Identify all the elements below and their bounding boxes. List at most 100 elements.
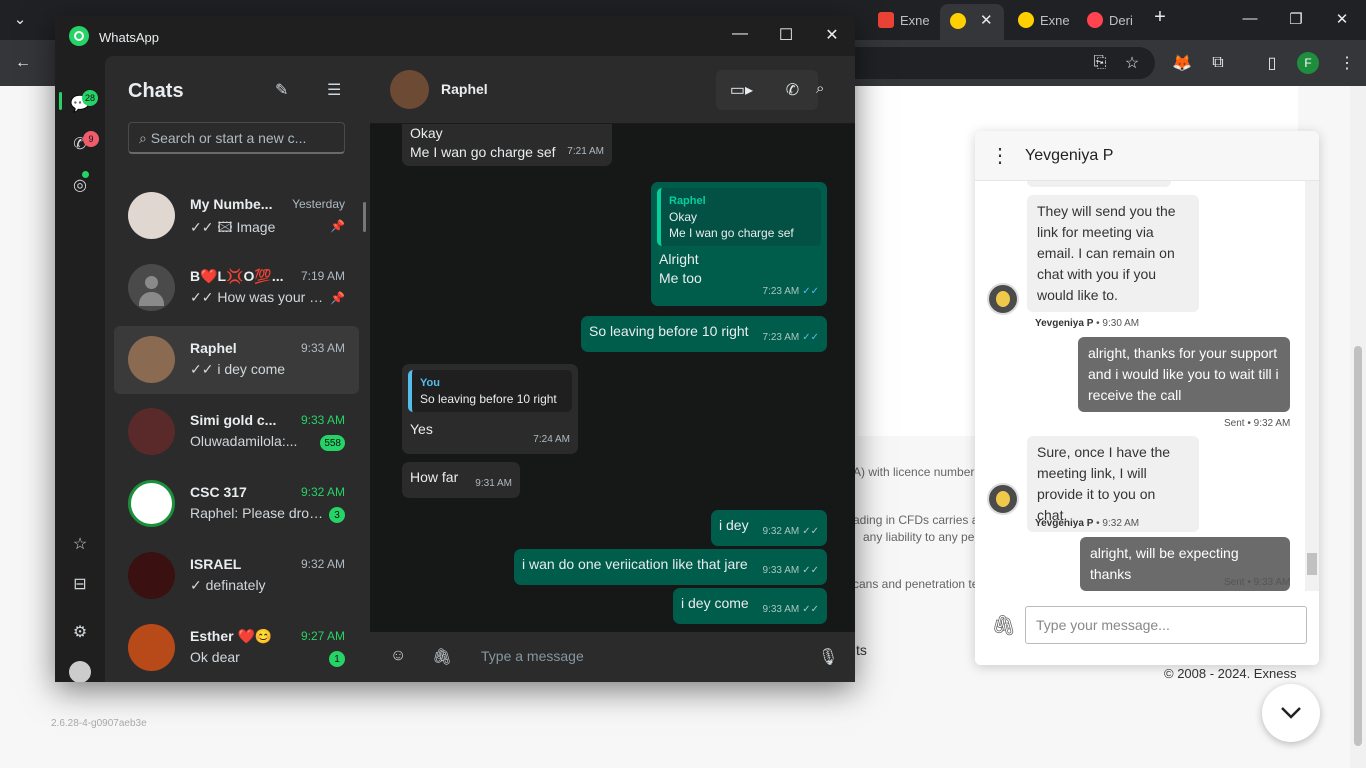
read-receipt-icon: ✓✓ bbox=[802, 332, 819, 343]
outgoing-message[interactable]: i wan do one veriication like that jare … bbox=[514, 549, 827, 585]
message-meta: 7:23 AM ✓✓ bbox=[763, 328, 819, 347]
message-composer: ☺ 🖇 Type a message 🎙 bbox=[370, 632, 855, 682]
close-tab-icon[interactable]: ✕ bbox=[980, 11, 993, 29]
incoming-message[interactable]: Okay Me I wan go charge sef 7:21 AM bbox=[402, 124, 612, 166]
side-panel-icon[interactable]: ▯ bbox=[1261, 52, 1283, 74]
page-text-liability: any liability to any pe bbox=[863, 530, 975, 544]
tab-search-icon[interactable]: ⌄ bbox=[10, 10, 30, 28]
chat-preview: Ok dear bbox=[190, 649, 240, 665]
search-input[interactable]: ⌕ Search or start a new c... bbox=[128, 122, 345, 154]
live-chat-scrollbar[interactable] bbox=[1305, 181, 1319, 591]
message-input[interactable]: Type a message bbox=[481, 648, 584, 664]
search-icon[interactable]: ⌕ bbox=[816, 80, 824, 97]
minimize-icon[interactable]: — bbox=[728, 25, 752, 43]
chevron-down-icon bbox=[1281, 707, 1301, 719]
page-footer-copyright: © 2008 - 2024. Exness bbox=[1164, 666, 1297, 681]
outgoing-message[interactable]: i dey 9:32 AM ✓✓ bbox=[711, 510, 827, 546]
live-chat-messages: They will send you the link for meeting … bbox=[975, 181, 1305, 591]
chat-item[interactable]: My Numbe... Yesterday ✓✓ 🖾 Image 📌 bbox=[114, 182, 359, 250]
quoted-message[interactable]: You So leaving before 10 right bbox=[408, 370, 572, 412]
message-time: 7:23 AM bbox=[762, 332, 800, 343]
chat-name: B❤️L💢O💯... bbox=[190, 268, 284, 284]
new-tab-button[interactable]: + bbox=[1150, 6, 1170, 29]
quoted-message[interactable]: Raphel Okay Me I wan go charge sef bbox=[657, 188, 821, 246]
menu-kebab-icon[interactable]: ⋮ bbox=[1336, 52, 1358, 74]
scroll-down-button[interactable] bbox=[1262, 684, 1320, 742]
outgoing-message[interactable]: So leaving before 10 right 7:23 AM ✓✓ bbox=[581, 316, 827, 352]
settings-icon[interactable]: ⚙ bbox=[68, 620, 92, 644]
video-call-icon[interactable]: ▭▸ bbox=[716, 70, 767, 110]
chat-item[interactable]: B❤️L💢O💯... 7:19 AM ✓✓ How was your ni...… bbox=[114, 254, 359, 322]
live-chat-message-input[interactable]: Type your message... bbox=[1025, 606, 1307, 644]
chat-time: 9:32 AM bbox=[300, 485, 345, 499]
incoming-message[interactable]: You So leaving before 10 right Yes 7:24 … bbox=[402, 364, 578, 454]
agent-face bbox=[996, 291, 1010, 307]
microphone-icon[interactable]: 🎙 bbox=[818, 647, 838, 667]
page-scroll-thumb[interactable] bbox=[1354, 346, 1362, 746]
live-chat-widget: ⋮ Yevgeniya P They will send you the lin… bbox=[975, 131, 1319, 665]
attach-icon[interactable]: 🖇 bbox=[991, 613, 1016, 638]
deriv-icon bbox=[1087, 12, 1103, 28]
chat-avatar bbox=[128, 552, 175, 599]
archived-icon[interactable]: ⊟ bbox=[68, 572, 92, 596]
live-chat-scroll-thumb[interactable] bbox=[1307, 553, 1317, 575]
message-time: 9:32 AM bbox=[762, 526, 800, 537]
incoming-message[interactable]: How far 9:31 AM bbox=[402, 462, 520, 498]
outgoing-message[interactable]: i dey come 9:33 AM ✓✓ bbox=[673, 588, 827, 624]
tab-exness[interactable]: Exne bbox=[1018, 8, 1070, 32]
message-meta: 9:32 AM ✓✓ bbox=[763, 522, 819, 541]
chat-avatar bbox=[128, 264, 175, 311]
outgoing-message[interactable]: Raphel Okay Me I wan go charge sef Alrig… bbox=[651, 182, 827, 306]
chat-item[interactable]: Esther ❤️😊 9:27 AM Ok dear 1 bbox=[114, 614, 359, 682]
chat-time: 7:19 AM bbox=[300, 269, 345, 283]
emoji-icon[interactable]: ☺ bbox=[390, 647, 406, 665]
profile-avatar[interactable]: F bbox=[1297, 52, 1319, 74]
install-app-icon[interactable]: ⎘ bbox=[1089, 52, 1111, 74]
chat-item[interactable]: Simi gold c... 9:33 AM Oluwadamilola:...… bbox=[114, 398, 359, 466]
unread-badge: 558 bbox=[320, 435, 345, 451]
tab-label: Deri bbox=[1109, 12, 1133, 28]
meta-name: Yevgeniya P bbox=[1035, 318, 1094, 329]
attach-icon[interactable]: 🖇 bbox=[432, 647, 452, 667]
chat-item[interactable]: ISRAEL 9:32 AM ✓ definately bbox=[114, 542, 359, 610]
more-options-icon[interactable]: ⋮ bbox=[975, 143, 1025, 168]
chat-name: CSC 317 bbox=[190, 484, 247, 500]
chat-item[interactable]: CSC 317 9:32 AM Raphel: Please drop... 3 bbox=[114, 470, 359, 538]
maximize-icon[interactable]: ☐ bbox=[774, 25, 798, 45]
minimize-icon[interactable]: — bbox=[1240, 10, 1260, 27]
contact-name[interactable]: Raphel bbox=[441, 81, 488, 97]
new-chat-icon[interactable]: ✎ bbox=[275, 80, 288, 100]
app-title: WhatsApp bbox=[99, 30, 159, 45]
user-message: alright, thanks for your support and i w… bbox=[1078, 337, 1290, 412]
back-icon[interactable]: ← bbox=[12, 52, 34, 74]
starred-icon[interactable]: ☆ bbox=[68, 532, 92, 556]
status-icon[interactable]: ◎ bbox=[68, 173, 92, 197]
message-time: 9:31 AM bbox=[475, 478, 512, 489]
bookmark-star-icon[interactable]: ☆ bbox=[1121, 52, 1143, 74]
metamask-icon[interactable]: 🦊 bbox=[1171, 52, 1193, 74]
calls-badge: 9 bbox=[83, 131, 99, 147]
message-text: Alright bbox=[659, 251, 699, 267]
chat-time: 9:33 AM bbox=[300, 413, 345, 427]
extensions-icon[interactable]: ⧉ bbox=[1207, 52, 1229, 74]
message-meta: 9:33 AM ✓✓ bbox=[763, 600, 819, 619]
profile-avatar[interactable] bbox=[68, 660, 92, 682]
chat-avatar bbox=[128, 480, 175, 527]
voice-call-icon[interactable]: ✆ bbox=[767, 70, 818, 110]
message-time: 7:21 AM bbox=[567, 146, 604, 157]
quote-text: Me I wan go charge sef bbox=[669, 226, 794, 240]
chat-list-scrollbar[interactable] bbox=[363, 202, 366, 232]
chat-item-active[interactable]: Raphel 9:33 AM ✓✓ i dey come bbox=[114, 326, 359, 394]
tab-active[interactable]: ✕ bbox=[940, 4, 1004, 40]
exness-icon bbox=[950, 13, 966, 29]
tab-gmail-exness[interactable]: Exne bbox=[878, 8, 930, 32]
close-icon[interactable]: ✕ bbox=[820, 25, 844, 45]
page-scrollbar[interactable] bbox=[1350, 86, 1366, 768]
close-window-icon[interactable]: ✕ bbox=[1332, 10, 1352, 28]
navigation-rail: 💬 28 ✆ 9 ◎ ☆ ⊟ ⚙ bbox=[55, 56, 105, 682]
filter-icon[interactable]: ☰ bbox=[327, 80, 341, 100]
contact-avatar[interactable] bbox=[390, 70, 429, 109]
tab-deriv[interactable]: Deri bbox=[1087, 8, 1133, 32]
chat-name: Simi gold c... bbox=[190, 412, 277, 428]
restore-icon[interactable]: ❐ bbox=[1286, 10, 1306, 28]
